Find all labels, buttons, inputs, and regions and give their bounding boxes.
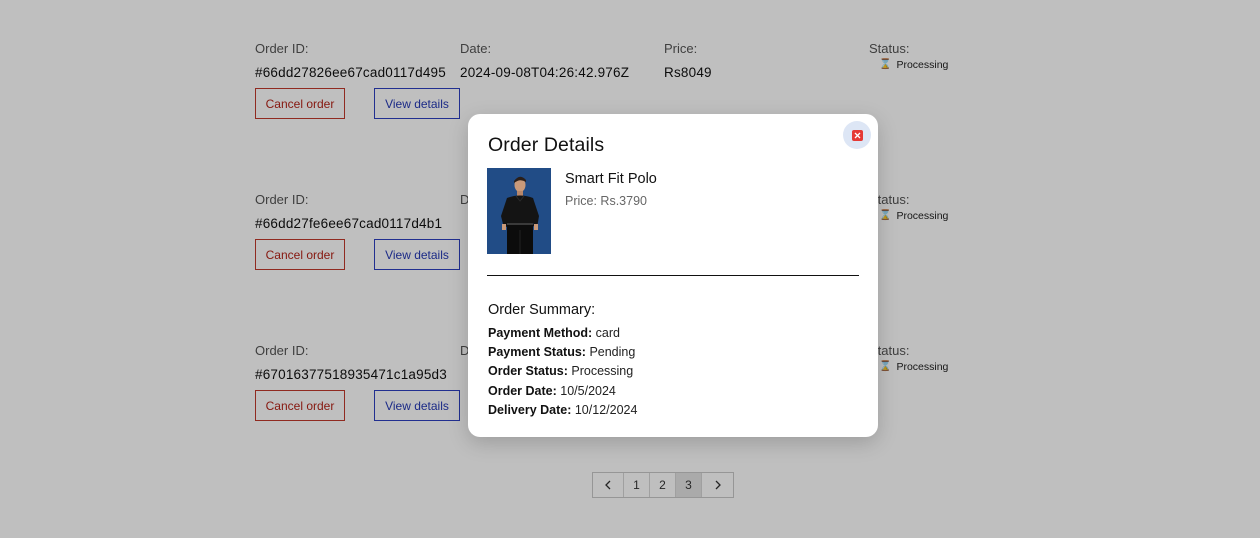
summary-row-payment-status: Payment Status: Pending (488, 343, 637, 362)
summary-row-payment-method: Payment Method: card (488, 324, 637, 343)
summary-value: 10/12/2024 (574, 402, 638, 417)
summary-key: Delivery Date: (488, 402, 572, 417)
summary-row-delivery-date: Delivery Date: 10/12/2024 (488, 401, 637, 420)
summary-value: Processing (571, 364, 634, 379)
summary-row-order-status: Order Status: Processing (488, 362, 637, 381)
close-modal-button[interactable] (843, 121, 871, 149)
summary-value: Pending (589, 345, 636, 360)
modal-title: Order Details (488, 134, 605, 156)
summary-row-order-date: Order Date: 10/5/2024 (488, 382, 637, 401)
summary-key: Order Date: (488, 383, 557, 398)
product-image (487, 168, 551, 254)
summary-value: 10/5/2024 (560, 383, 616, 398)
summary-value: card (595, 326, 620, 340)
summary-key: Payment Method: (488, 326, 593, 340)
order-summary-list: Payment Method: card Payment Status: Pen… (488, 324, 637, 420)
product-price: Price: Rs.3790 (565, 194, 647, 208)
product-name: Smart Fit Polo (565, 171, 657, 187)
order-details-modal: Order Details Smart Fit Polo Price: Rs.3… (468, 114, 878, 437)
divider (487, 275, 859, 276)
close-icon (851, 129, 863, 141)
summary-key: Payment Status: (488, 345, 586, 360)
summary-key: Order Status: (488, 364, 568, 379)
order-summary-title: Order Summary: (488, 302, 596, 318)
